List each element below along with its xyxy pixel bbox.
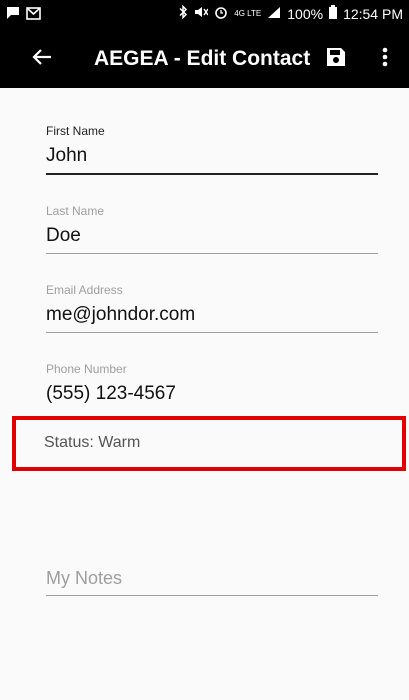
notes-input[interactable]: My Notes [46,568,378,595]
more-options-button[interactable] [370,44,400,74]
app-bar: AEGEA - Edit Contact [0,30,409,88]
alarm-icon [214,5,228,22]
more-vert-icon [382,47,388,72]
phone-label: Phone Number [46,362,127,376]
floppy-disk-icon [325,46,347,73]
phone-field[interactable]: Phone Number (555) 123-4567 [46,362,378,411]
network-label: 4G LTE [234,9,262,18]
email-label: Email Address [46,283,123,297]
mute-icon [194,5,209,22]
bluetooth-icon [178,4,188,22]
status-bar: 4G LTE 100% 12:54 PM [0,0,409,30]
save-button[interactable] [320,44,352,74]
email-field[interactable]: Email Address me@johndor.com [46,283,378,333]
arrow-left-icon [32,48,52,71]
email-underline [46,332,378,333]
last-name-field[interactable]: Last Name Doe [46,204,378,254]
back-button[interactable] [26,44,58,74]
last-name-underline [46,253,378,254]
chat-icon [6,6,20,23]
phone-input[interactable]: (555) 123-4567 [46,383,378,411]
battery-icon [329,5,338,22]
page-title: AEGEA - Edit Contact [94,47,311,70]
status-label: Status: Warm [44,434,141,451]
battery-percent: 100% [287,5,324,22]
form-content: First Name John Last Name Doe Email Addr… [0,88,409,700]
first-name-underline [46,173,378,175]
notes-field[interactable]: My Notes [46,568,378,596]
email-input[interactable]: me@johndor.com [46,304,378,332]
clock-time: 12:54 PM [343,5,403,22]
first-name-label: First Name [46,124,105,138]
last-name-label: Last Name [46,204,105,218]
signal-icon [267,6,281,22]
notes-underline [46,595,378,596]
last-name-input[interactable]: Doe [46,225,378,253]
first-name-field[interactable]: First Name John [46,124,378,175]
first-name-input[interactable]: John [46,145,378,173]
mail-icon [26,6,41,23]
status-selector[interactable]: Status: Warm [12,416,406,471]
